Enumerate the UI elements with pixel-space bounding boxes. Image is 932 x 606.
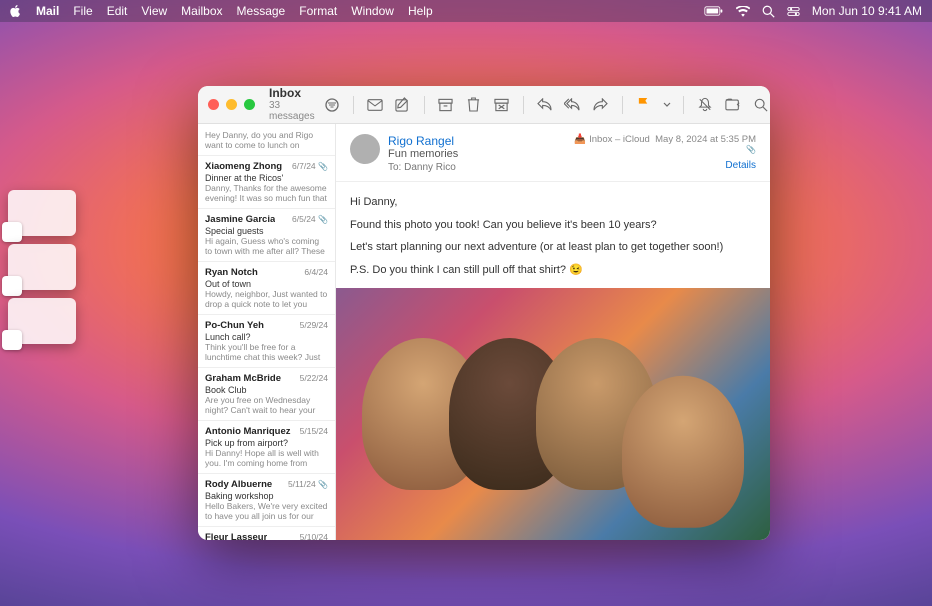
list-preview: Hey Danny, do you and Rigo want to come …	[205, 130, 328, 150]
flag-menu-icon[interactable]	[663, 96, 671, 114]
mailbox-badge[interactable]: 📥 Inbox – iCloud	[574, 134, 650, 145]
message-list-item[interactable]: Ryan Notch 6/4/24 Out of townHowdy, neighb…	[198, 262, 335, 315]
list-subject: Special guests	[205, 226, 328, 236]
details-link[interactable]: Details	[574, 160, 756, 171]
message-view: Rigo Rangel Fun memories To: Danny Rico …	[336, 124, 770, 540]
list-subject: Out of town	[205, 279, 328, 289]
message-list-item[interactable]: Po-Chun Yeh 5/29/24 Lunch call?Think you'l…	[198, 315, 335, 368]
list-sender: Fleur Lasseur	[205, 532, 267, 540]
window-title: Inbox	[269, 87, 315, 100]
menubar-item-view[interactable]: View	[141, 4, 167, 18]
list-date: 5/22/24	[300, 373, 328, 383]
menubar-item-mailbox[interactable]: Mailbox	[181, 4, 222, 18]
list-subject: Dinner at the Ricos'	[205, 173, 328, 183]
stage-thumb-calendar[interactable]	[8, 190, 76, 236]
list-sender: Po-Chun Yeh	[205, 320, 264, 331]
list-sender: Xiaomeng Zhong	[205, 161, 282, 172]
list-preview: Think you'll be free for a lunchtime cha…	[205, 342, 328, 362]
window-subtitle: 33 messages	[269, 100, 315, 122]
message-list[interactable]: Hey Danny, do you and Rigo want to come …	[198, 124, 336, 540]
menubar-item-help[interactable]: Help	[408, 4, 433, 18]
list-date: 5/11/24 📎	[288, 479, 328, 489]
sender-name[interactable]: Rigo Rangel	[388, 134, 566, 148]
message-list-item[interactable]: Xiaomeng Zhong 6/7/24 📎 Dinner at the Rico…	[198, 156, 335, 209]
message-list-item[interactable]: Fleur Lasseur5/10/24Soccer jerseysAre yo…	[198, 527, 335, 540]
menubar-app-name[interactable]: Mail	[36, 4, 59, 18]
message-content: Hi Danny, Found this photo you took! Can …	[336, 182, 770, 284]
list-sender: Jasmine Garcia	[205, 214, 275, 225]
stage-thumb-notes[interactable]	[8, 244, 76, 290]
message-list-item[interactable]: Antonio Manriquez 5/15/24 Pick up from air…	[198, 421, 335, 474]
list-preview: Danny, Thanks for the awesome evening! I…	[205, 183, 328, 203]
menubar-item-file[interactable]: File	[73, 4, 92, 18]
titlebar: Inbox 33 messages	[198, 86, 770, 124]
avatar	[350, 134, 380, 164]
message-paragraph: Hi Danny,	[350, 194, 756, 211]
flag-icon[interactable]	[635, 96, 653, 114]
junk-icon[interactable]	[493, 96, 511, 114]
trash-icon[interactable]	[465, 96, 483, 114]
menubar-datetime[interactable]: Mon Jun 10 9:41 AM	[812, 4, 922, 18]
move-icon[interactable]	[724, 96, 742, 114]
menubar: Mail File Edit View Mailbox Message Form…	[0, 0, 932, 22]
list-sender: Antonio Manriquez	[205, 426, 291, 437]
list-sender: Rody Albuerne	[205, 479, 272, 490]
battery-icon[interactable]	[704, 6, 724, 16]
close-button[interactable]	[208, 99, 219, 110]
mail-window: Inbox 33 messages	[198, 86, 770, 540]
menubar-item-edit[interactable]: Edit	[107, 4, 128, 18]
list-date: 5/10/24	[300, 532, 328, 540]
list-subject: Book Club	[205, 385, 328, 395]
list-subject: Pick up from airport?	[205, 438, 328, 448]
zoom-button[interactable]	[244, 99, 255, 110]
timestamp: May 8, 2024 at 5:35 PM	[655, 134, 756, 145]
message-list-item[interactable]: Hey Danny, do you and Rigo want to come …	[198, 124, 335, 156]
list-date: 6/7/24 📎	[292, 161, 328, 171]
list-date: 5/29/24	[300, 320, 328, 330]
list-sender: Ryan Notch	[205, 267, 258, 278]
list-preview: Hello Bakers, We're very excited to have…	[205, 501, 328, 521]
mute-icon[interactable]	[696, 96, 714, 114]
subject-line: Fun memories	[388, 148, 566, 160]
stage-manager-strip	[8, 190, 78, 352]
list-preview: Hi Danny! Hope all is well with you. I'm…	[205, 448, 328, 468]
filter-icon[interactable]	[323, 96, 341, 114]
message-list-item[interactable]: Rody Albuerne 5/11/24 📎 Baking workshopHel…	[198, 474, 335, 527]
compose-icon[interactable]	[394, 96, 412, 114]
list-preview: Hi again, Guess who's coming to town wit…	[205, 236, 328, 256]
newmsg-icon[interactable]	[366, 96, 384, 114]
message-paragraph: Let's start planning our next adventure …	[350, 239, 756, 256]
list-preview: Are you free on Wednesday night? Can't w…	[205, 395, 328, 415]
minimize-button[interactable]	[226, 99, 237, 110]
replyall-icon[interactable]	[564, 96, 582, 114]
apple-logo-icon[interactable]	[10, 5, 22, 17]
wifi-icon[interactable]	[736, 6, 750, 17]
menubar-item-window[interactable]: Window	[351, 4, 394, 18]
menubar-item-message[interactable]: Message	[237, 4, 286, 18]
attachment-icon[interactable]: 📎	[574, 145, 756, 154]
message-paragraph: P.S. Do you think I can still pull off t…	[350, 262, 756, 279]
stage-thumb-photos[interactable]	[8, 298, 76, 344]
list-sender: Graham McBride	[205, 373, 281, 384]
message-list-item[interactable]: Jasmine Garcia 6/5/24 📎 Special guestsHi a…	[198, 209, 335, 262]
forward-icon[interactable]	[592, 96, 610, 114]
list-date: 5/15/24	[300, 426, 328, 436]
list-preview: Howdy, neighbor, Just wanted to drop a q…	[205, 289, 328, 309]
message-list-item[interactable]: Graham McBride 5/22/24 Book ClubAre you fr…	[198, 368, 335, 421]
search-icon[interactable]	[752, 96, 770, 114]
archive-icon[interactable]	[437, 96, 455, 114]
attached-photo[interactable]	[336, 288, 770, 540]
spotlight-icon[interactable]	[762, 5, 775, 18]
message-paragraph: Found this photo you took! Can you belie…	[350, 217, 756, 234]
list-date: 6/4/24	[304, 267, 328, 277]
list-subject: Lunch call?	[205, 332, 328, 342]
reply-icon[interactable]	[536, 96, 554, 114]
control-center-icon[interactable]	[787, 5, 800, 18]
list-subject: Baking workshop	[205, 491, 328, 501]
to-line: To: Danny Rico	[388, 162, 566, 173]
menubar-item-format[interactable]: Format	[299, 4, 337, 18]
list-date: 6/5/24 📎	[292, 214, 328, 224]
desktop-background: Mail File Edit View Mailbox Message Form…	[0, 0, 932, 606]
